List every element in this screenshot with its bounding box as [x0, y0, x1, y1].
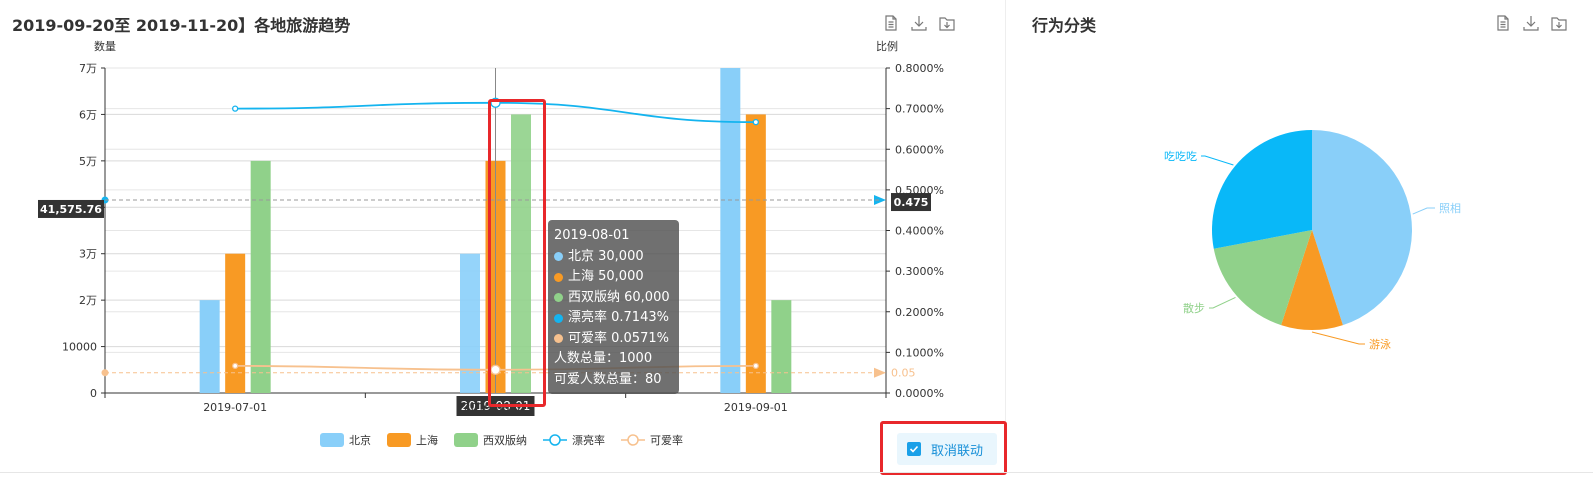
tooltip-row-text: 上海 50,000 — [568, 269, 644, 284]
pie-label-line — [1311, 331, 1365, 345]
legend-swatch-上海 — [387, 433, 411, 447]
y-tick-label-right: 0.1000% — [895, 346, 944, 359]
bar-西双版纳 — [771, 300, 792, 393]
series-point-漂亮率 — [752, 119, 759, 126]
y-tick-label-left: 6万 — [79, 108, 97, 121]
bar-北京 — [460, 253, 480, 393]
bar-上海 — [225, 253, 246, 393]
y-tick-label-right: 0.6000% — [895, 143, 944, 156]
tooltip-row: 上海 50,000 — [554, 267, 673, 288]
divider — [0, 472, 1593, 473]
y-tick-label-right: 0.7000% — [895, 103, 944, 116]
y-tick-label-left: 3万 — [79, 248, 97, 261]
pie-label-line — [1201, 155, 1234, 166]
mark-line-label: 0.475 — [894, 196, 929, 209]
y-tick-label-right: 0.4000% — [895, 225, 944, 238]
legend-dot-icon — [554, 313, 563, 323]
legend-label: 漂亮率 — [572, 433, 605, 447]
pie-label-line — [1412, 207, 1435, 215]
left-axis-name: 数量 — [94, 40, 116, 53]
legend-dot-icon — [554, 252, 563, 262]
bar-上海 — [745, 114, 766, 393]
tooltip-total: 人数总量：1000 — [554, 351, 653, 366]
behavior-panel: 行为分类 照相 游泳 散步 吃吃吃 — [1007, 0, 1593, 472]
tooltip-row-text: 可爱率 0.0571% — [568, 330, 669, 346]
mark-line-start-dot — [101, 369, 109, 377]
chart-tooltip: 2019-08-01 北京 30,000 上海 50,000 西双版纳 60,0… — [548, 220, 679, 394]
y-tick-label-right: 0.8000% — [895, 62, 944, 75]
tooltip-row-text: 西双版纳 60,000 — [568, 289, 670, 305]
legend-dot-icon — [554, 272, 563, 282]
legend-label: 西双版纳 — [483, 433, 527, 447]
legend-swatch-西双版纳 — [454, 433, 478, 447]
tooltip-row: 西双版纳 60,000 — [554, 288, 673, 309]
right-axis-name: 比例 — [876, 39, 898, 53]
y-tick-label-left: 5万 — [79, 155, 97, 168]
legend-dot-icon — [554, 334, 563, 344]
travel-trend-panel: 2019-09-20至 2019-11-20】各地旅游趋势 数量 比例 41,5… — [0, 0, 1007, 475]
y-tick-label-left: 10000 — [62, 341, 97, 354]
tooltip-title: 2019-08-01 — [554, 228, 630, 243]
tooltip-row-text: 漂亮率 0.7143% — [568, 310, 669, 325]
pie-label: 吃吃吃 — [1164, 150, 1197, 163]
series-point-漂亮率 — [232, 105, 239, 112]
y-tick-label-left: 7万 — [79, 62, 97, 75]
legend-point-漂亮率 — [549, 434, 561, 446]
legend-dot-icon — [554, 293, 563, 303]
behavior-pie-chart[interactable]: 照相游泳 散步 吃吃吃 — [1007, 0, 1593, 472]
highlight-box — [488, 99, 546, 407]
x-tick-label: 2019-09-01 — [724, 401, 788, 414]
series-point-可爱率 — [752, 362, 759, 370]
bar-北京 — [199, 300, 220, 393]
pie-label: 游泳 — [1369, 337, 1391, 351]
mark-line-arrow-icon — [874, 367, 886, 378]
pie-label: 散步 — [1183, 301, 1205, 315]
legend-label: 上海 — [416, 433, 438, 447]
tooltip-cute-total: 可爱人数总量：80 — [554, 371, 662, 387]
y-tick-label-left: 2万 — [79, 294, 97, 307]
mark-line-label: 0.05 — [891, 367, 916, 380]
legend-label: 可爱率 — [650, 433, 683, 447]
pie-label-line — [1209, 297, 1236, 309]
y-tick-label-right: 0.5000% — [895, 184, 944, 197]
bar-西双版纳 — [250, 160, 271, 393]
legend-point-可爱率 — [627, 434, 639, 446]
series-point-可爱率 — [232, 362, 239, 370]
legend-label: 北京 — [349, 433, 371, 447]
pie-label: 照相 — [1439, 202, 1461, 215]
tooltip-row: 北京 30,000 — [554, 247, 673, 268]
y-tick-label-right: 0.2000% — [895, 306, 944, 319]
tooltip-row-text: 北京 30,000 — [568, 248, 644, 264]
y-tick-label-right: 0.0000% — [895, 387, 944, 400]
highlight-box — [880, 421, 1007, 475]
bar-北京 — [720, 68, 741, 393]
mark-line-label: 41,575.76 — [40, 203, 102, 216]
pie-slice-吃吃吃 — [1212, 130, 1312, 249]
legend-swatch-北京 — [320, 433, 344, 447]
tooltip-row: 可爱率 0.0571% — [554, 329, 673, 350]
x-tick-label: 2019-07-01 — [203, 401, 267, 414]
y-tick-label-left: 0 — [90, 387, 97, 400]
tooltip-row: 漂亮率 0.7143% — [554, 308, 673, 329]
y-tick-label-right: 0.3000% — [895, 265, 944, 278]
